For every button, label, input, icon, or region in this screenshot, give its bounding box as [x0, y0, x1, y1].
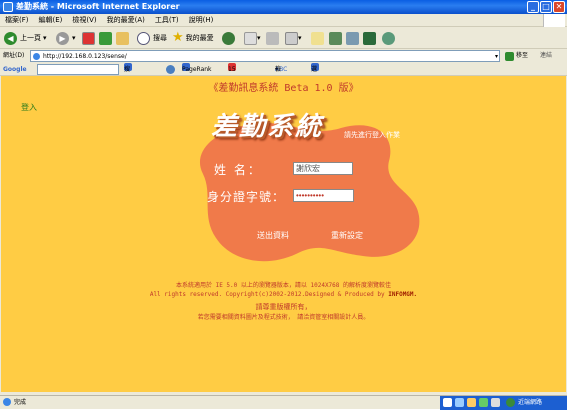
- submit-button[interactable]: 送出資料: [257, 230, 289, 241]
- menu-favorites[interactable]: 我的最愛(A): [102, 14, 150, 27]
- print-icon: [266, 31, 279, 45]
- tool-button-1[interactable]: [363, 30, 376, 46]
- people-icon: [382, 31, 395, 45]
- page-done-icon: [3, 398, 11, 406]
- id-number-input[interactable]: [293, 189, 354, 202]
- refresh-icon: [99, 31, 112, 45]
- tool-icon: [363, 31, 376, 45]
- print-button[interactable]: [266, 30, 279, 46]
- forward-button[interactable]: ▶ ▾: [56, 30, 76, 46]
- reset-button[interactable]: 重新設定: [331, 230, 363, 241]
- messenger-icon: [346, 31, 359, 45]
- mail-button[interactable]: ▾: [244, 30, 261, 46]
- contact-notice: 若您需要相關資料圖片及程式技術， 請洽資管室相關設計人員。: [197, 314, 370, 321]
- window-title: 差勤系統 - Microsoft Internet Explorer: [16, 2, 180, 11]
- system-title: 《差勤訊息系統 Beta 1.0 版》: [208, 83, 359, 94]
- system-tray: 近端網路: [440, 396, 567, 410]
- name-label: 姓 名：: [214, 163, 262, 177]
- discuss-icon: [311, 31, 324, 45]
- edit-button[interactable]: ▾: [285, 30, 302, 46]
- tray-icon-3[interactable]: [467, 398, 476, 407]
- maximize-button[interactable]: □: [540, 1, 552, 13]
- login-subtitle: 請先進行登入作業: [344, 131, 400, 139]
- network-icon: [506, 398, 515, 407]
- mail-icon: [244, 31, 257, 45]
- close-button[interactable]: ✕: [553, 1, 565, 13]
- status-bar: 完成 近端網路: [0, 395, 567, 410]
- favorites-button[interactable]: ★ 我的最愛: [172, 30, 214, 46]
- address-label: 網址(D): [3, 52, 25, 59]
- status-text: 完成: [14, 399, 27, 406]
- minimize-button[interactable]: _: [527, 1, 539, 13]
- tray-icon-4[interactable]: [479, 398, 488, 407]
- menu-help[interactable]: 說明(H): [184, 14, 219, 27]
- copyright-notice: 請尊重版權所有，: [255, 303, 312, 311]
- tray-icon-1[interactable]: [443, 398, 452, 407]
- links-label[interactable]: 連結: [540, 49, 552, 63]
- refresh-button[interactable]: [99, 30, 112, 46]
- tray-icon-2[interactable]: [455, 398, 464, 407]
- windows-flag-icon: [543, 14, 565, 27]
- id-label: 身分證字號：: [207, 190, 286, 204]
- search-button[interactable]: 搜尋: [137, 30, 167, 46]
- back-arrow-icon: ◀: [4, 31, 17, 45]
- menu-file[interactable]: 檔案(F): [0, 14, 34, 27]
- check-button[interactable]: ABC檢查▾: [275, 63, 287, 86]
- history-icon: [222, 31, 235, 45]
- menu-view[interactable]: 檢視(V): [67, 14, 101, 27]
- menu-tools[interactable]: 工具(T): [150, 14, 184, 27]
- home-button[interactable]: [116, 30, 129, 46]
- edit-icon: [285, 31, 298, 45]
- google-search-button[interactable]: 搜尋▾: [124, 63, 132, 86]
- search-icon: [137, 31, 150, 45]
- go-button[interactable]: 移至: [505, 49, 528, 63]
- toolbar: ◀ 上一頁 ▾ ▶ ▾ 搜尋 ★ 我的最愛 ▾ ▾: [0, 27, 567, 49]
- page-icon: [33, 53, 40, 60]
- stop-button[interactable]: [82, 30, 95, 46]
- name-input[interactable]: [293, 162, 353, 175]
- menu-edit[interactable]: 編輯(E): [34, 14, 68, 27]
- address-input[interactable]: http://192.168.0.123/sense/▾: [30, 50, 500, 62]
- research-icon: [329, 31, 342, 45]
- address-dropdown-icon[interactable]: ▾: [495, 51, 498, 62]
- copyright-line: All rights reserved. Copyright(c)2002-20…: [149, 291, 418, 298]
- home-icon: [116, 31, 129, 45]
- title-bar: 差勤系統 - Microsoft Internet Explorer _ □ ✕: [0, 0, 567, 14]
- browser-window: 差勤系統 - Microsoft Internet Explorer _ □ ✕…: [0, 0, 567, 410]
- ie-icon: [3, 2, 13, 12]
- browser-notice: 本系統適用於 IE 5.0 以上的瀏覽器版本，請以 1024X768 的解析度瀏…: [175, 282, 392, 289]
- zone-text: 近端網路: [518, 399, 543, 406]
- research-button[interactable]: [329, 30, 342, 46]
- discuss-button[interactable]: [311, 30, 324, 46]
- tray-icon-5[interactable]: [491, 398, 500, 407]
- address-bar: 網址(D) http://192.168.0.123/sense/▾ 移至 連結: [0, 49, 567, 63]
- menu-bar: 檔案(F) 編輯(E) 檢視(V) 我的最愛(A) 工具(T) 說明(H): [0, 14, 567, 27]
- page-content: 《差勤訊息系統 Beta 1.0 版》 登入 差勤系統 請先進行登入作業 姓 名…: [1, 76, 566, 392]
- designer-name: INFOMGM.: [388, 291, 418, 298]
- google-toolbar: Google 搜尋▾ PageRank 15 已攔截 ABC檢查▾ 選項: [0, 63, 567, 112]
- stop-icon: [82, 31, 95, 45]
- history-button[interactable]: [222, 30, 238, 46]
- news-icon[interactable]: [166, 65, 175, 74]
- login-link[interactable]: 登入: [21, 102, 37, 113]
- app-logo: 差勤系統: [211, 112, 324, 142]
- star-icon: ★: [172, 30, 184, 45]
- google-logo[interactable]: Google: [3, 63, 27, 76]
- forward-arrow-icon: ▶: [56, 31, 69, 45]
- google-search-input[interactable]: [37, 64, 119, 75]
- go-arrow-icon: [505, 51, 514, 61]
- messenger-button[interactable]: [346, 30, 359, 46]
- back-button[interactable]: ◀ 上一頁 ▾: [4, 30, 47, 46]
- tool-button-2[interactable]: [382, 30, 395, 46]
